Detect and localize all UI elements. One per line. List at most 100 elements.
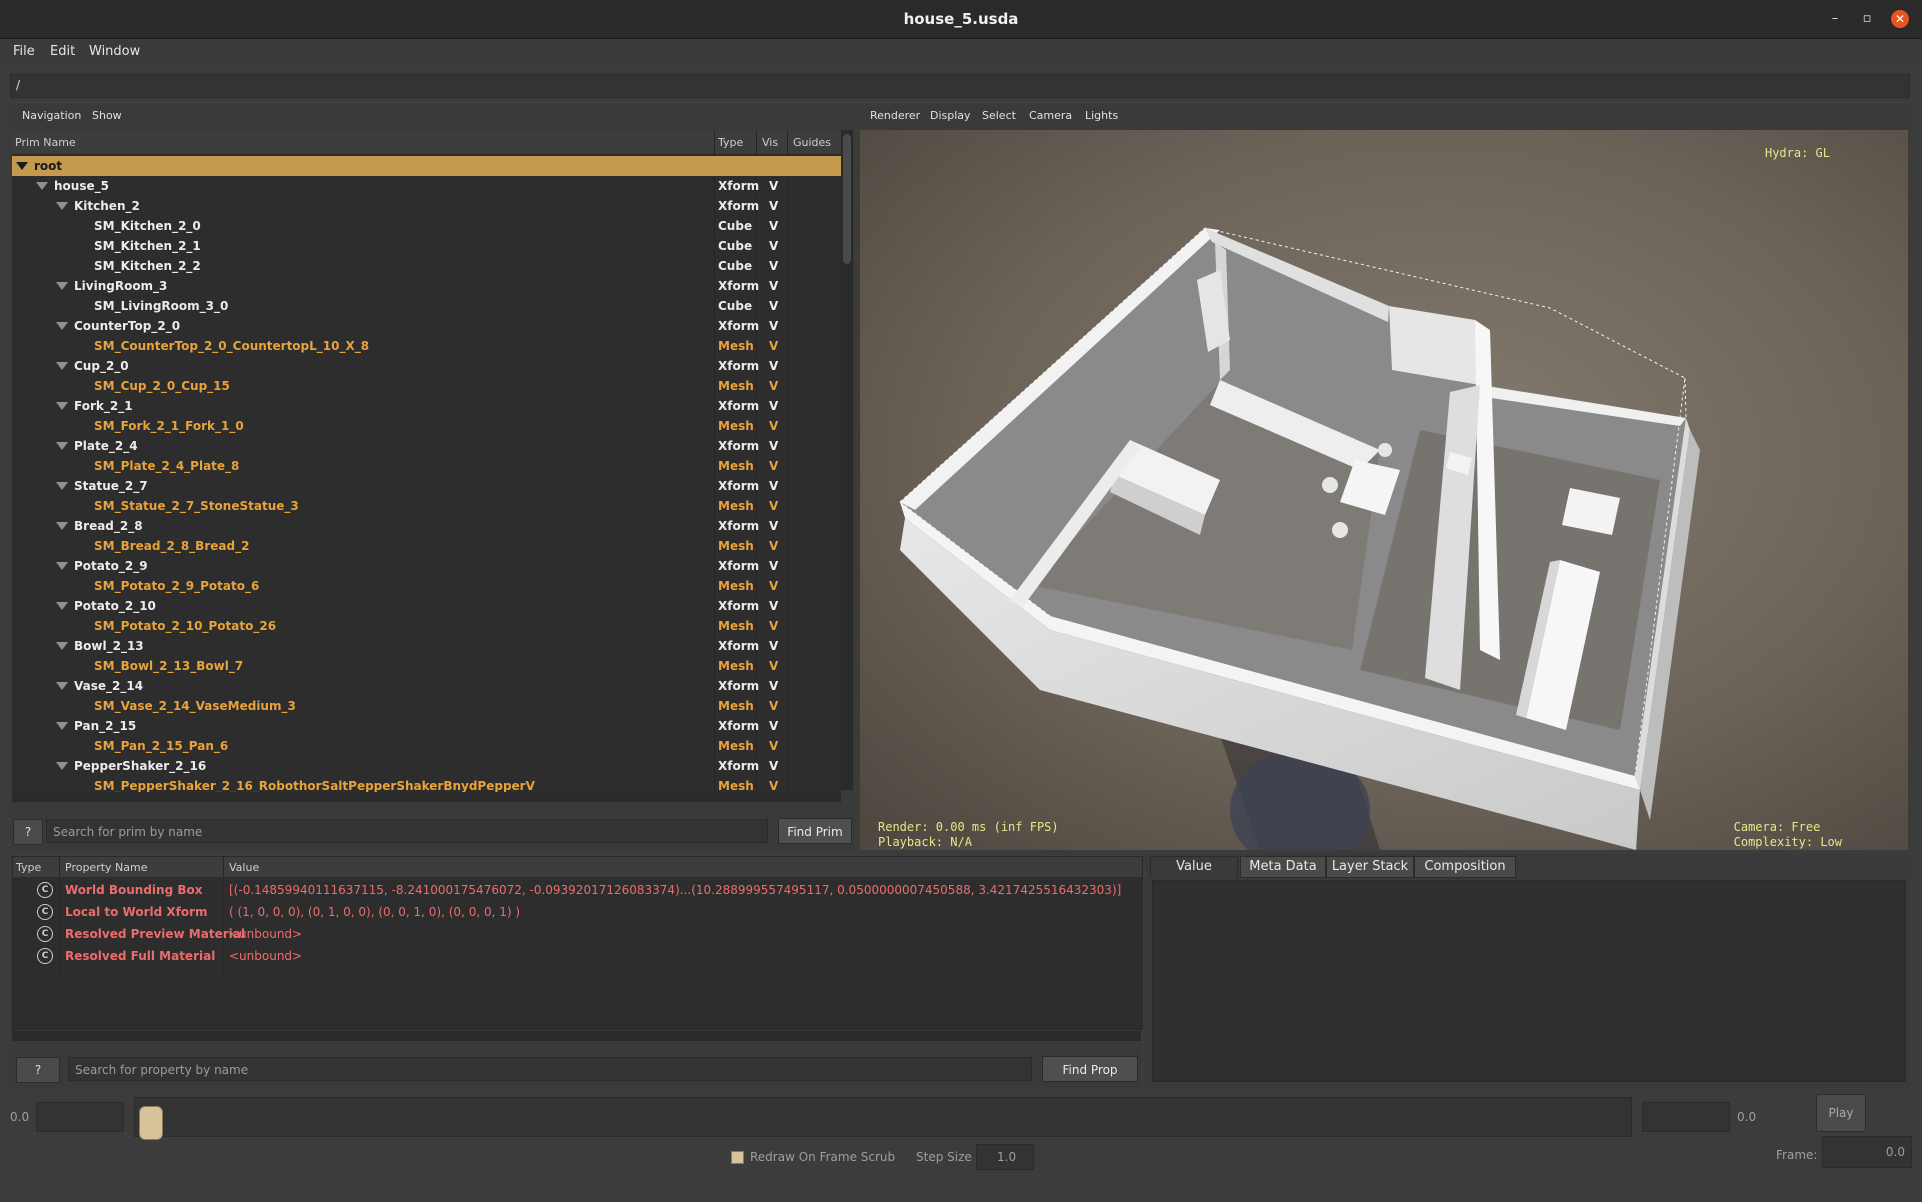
prim-visibility-toggle[interactable]: V (769, 679, 778, 693)
prim-row[interactable]: SM_Plate_2_4_Plate_8 Mesh V (12, 456, 841, 476)
menu-window[interactable]: Window (89, 44, 140, 59)
play-button[interactable]: Play (1816, 1094, 1866, 1132)
frame-slider[interactable] (134, 1097, 1632, 1140)
prim-row[interactable]: CounterTop_2_0 Xform V (12, 316, 841, 336)
prim-visibility-toggle[interactable]: V (769, 339, 778, 353)
col-prim-name[interactable]: Prim Name (15, 136, 76, 149)
step-size-field[interactable]: 1.0 (976, 1144, 1034, 1170)
prim-visibility-toggle[interactable]: V (769, 639, 778, 653)
prim-row[interactable]: SM_Potato_2_10_Potato_26 Mesh V (12, 616, 841, 636)
expand-toggle-icon[interactable] (56, 642, 68, 650)
prim-row[interactable]: Vase_2_14 Xform V (12, 676, 841, 696)
find-prop-button[interactable]: Find Prop (1042, 1056, 1138, 1082)
path-field[interactable]: / (10, 74, 1910, 98)
expand-toggle-icon[interactable] (56, 442, 68, 450)
expand-toggle-icon[interactable] (56, 682, 68, 690)
prim-search-help-button[interactable]: ? (13, 819, 43, 845)
prim-tree[interactable]: Prim Name Type Vis Guides root house_5 Xfo… (12, 130, 841, 794)
expand-toggle-icon[interactable] (16, 162, 28, 170)
prim-row[interactable]: SM_CounterTop_2_0_CountertopL_10_X_8 Mesh… (12, 336, 841, 356)
col-type[interactable]: Type (718, 136, 743, 149)
prim-row[interactable]: SM_Bread_2_8_Bread_2 Mesh V (12, 536, 841, 556)
prim-row[interactable]: SM_Statue_2_7_StoneStatue_3 Mesh V (12, 496, 841, 516)
prim-row[interactable]: Fork_2_1 Xform V (12, 396, 841, 416)
property-row[interactable]: C Resolved Preview Material <unbound> (13, 923, 1142, 945)
prim-visibility-toggle[interactable]: V (769, 359, 778, 373)
prim-row[interactable]: SM_Kitchen_2_0 Cube V (12, 216, 841, 236)
expand-toggle-icon[interactable] (56, 402, 68, 410)
prim-row[interactable]: SM_Vase_2_14_VaseMedium_3 Mesh V (12, 696, 841, 716)
prim-row[interactable]: SM_Cup_2_0_Cup_15 Mesh V (12, 376, 841, 396)
property-table[interactable]: Type Property Name Value C World Bounding… (12, 856, 1143, 1030)
frame-field[interactable]: 0.0 (1822, 1136, 1912, 1168)
redraw-on-scrub-checkbox[interactable] (731, 1151, 744, 1164)
menu-edit[interactable]: Edit (50, 44, 75, 59)
3d-viewport[interactable]: Hydra: GL Render: 0.00 ms (inf FPS) Play… (860, 130, 1908, 850)
prim-visibility-toggle[interactable]: V (769, 279, 778, 293)
prim-row[interactable]: SM_Potato_2_9_Potato_6 Mesh V (12, 576, 841, 596)
prim-visibility-toggle[interactable]: V (769, 259, 778, 273)
expand-toggle-icon[interactable] (56, 202, 68, 210)
prim-row[interactable]: Plate_2_4 Xform V (12, 436, 841, 456)
col-vis[interactable]: Vis (762, 136, 778, 149)
find-prim-button[interactable]: Find Prim (778, 818, 852, 844)
prim-visibility-toggle[interactable]: V (769, 619, 778, 633)
expand-toggle-icon[interactable] (56, 522, 68, 530)
prim-row[interactable]: Kitchen_2 Xform V (12, 196, 841, 216)
col-prop-name[interactable]: Property Name (65, 861, 148, 874)
col-guides[interactable]: Guides (793, 136, 831, 149)
prim-row[interactable]: SM_LivingRoom_3_0 Cube V (12, 296, 841, 316)
prim-visibility-toggle[interactable]: V (769, 559, 778, 573)
prim-visibility-toggle[interactable]: V (769, 479, 778, 493)
col-prop-type[interactable]: Type (16, 861, 41, 874)
prim-row[interactable]: SM_Fork_2_1_Fork_1_0 Mesh V (12, 416, 841, 436)
prim-row[interactable]: Statue_2_7 Xform V (12, 476, 841, 496)
prim-row[interactable]: Bread_2_8 Xform V (12, 516, 841, 536)
prim-visibility-toggle[interactable]: V (769, 299, 778, 313)
expand-toggle-icon[interactable] (56, 562, 68, 570)
expand-toggle-icon[interactable] (56, 362, 68, 370)
scroll-thumb[interactable] (843, 134, 851, 264)
menu-navigation[interactable]: Navigation (22, 109, 81, 122)
prim-tree-vscrollbar[interactable] (841, 130, 853, 790)
property-row[interactable]: C World Bounding Box [(-0.1485994011163711… (13, 879, 1142, 901)
prim-visibility-toggle[interactable]: V (769, 499, 778, 513)
expand-toggle-icon[interactable] (56, 482, 68, 490)
prim-visibility-toggle[interactable]: V (769, 199, 778, 213)
prim-row[interactable]: house_5 Xform V (12, 176, 841, 196)
timeline-end-field[interactable] (1642, 1102, 1730, 1132)
prim-row[interactable]: root (12, 156, 841, 176)
tab-layer-stack[interactable]: Layer Stack (1326, 856, 1414, 878)
prim-tree-hscrollbar[interactable] (12, 792, 841, 802)
expand-toggle-icon[interactable] (56, 282, 68, 290)
prim-visibility-toggle[interactable]: V (769, 599, 778, 613)
prim-visibility-toggle[interactable]: V (769, 739, 778, 753)
prim-visibility-toggle[interactable]: V (769, 699, 778, 713)
prim-visibility-toggle[interactable]: V (769, 779, 778, 793)
expand-toggle-icon[interactable] (56, 762, 68, 770)
prim-visibility-toggle[interactable]: V (769, 399, 778, 413)
prim-visibility-toggle[interactable]: V (769, 519, 778, 533)
prop-search-help-button[interactable]: ? (16, 1057, 60, 1083)
expand-toggle-icon[interactable] (56, 602, 68, 610)
prim-row[interactable]: Bowl_2_13 Xform V (12, 636, 841, 656)
prim-visibility-toggle[interactable]: V (769, 539, 778, 553)
prim-row[interactable]: SM_Pan_2_15_Pan_6 Mesh V (12, 736, 841, 756)
menu-select[interactable]: Select (982, 109, 1016, 122)
prim-row[interactable]: SM_Bowl_2_13_Bowl_7 Mesh V (12, 656, 841, 676)
menu-lights[interactable]: Lights (1085, 109, 1118, 122)
prim-row[interactable]: Potato_2_10 Xform V (12, 596, 841, 616)
timeline-start-field[interactable] (36, 1102, 124, 1132)
prim-visibility-toggle[interactable]: V (769, 239, 778, 253)
prim-visibility-toggle[interactable]: V (769, 219, 778, 233)
property-hscrollbar[interactable] (12, 1031, 1141, 1041)
prim-visibility-toggle[interactable]: V (769, 439, 778, 453)
prim-visibility-toggle[interactable]: V (769, 759, 778, 773)
prop-search-input[interactable]: Search for property by name (68, 1057, 1032, 1081)
prim-row[interactable]: LivingRoom_3 Xform V (12, 276, 841, 296)
prim-visibility-toggle[interactable]: V (769, 579, 778, 593)
prim-visibility-toggle[interactable]: V (769, 179, 778, 193)
menu-display[interactable]: Display (930, 109, 971, 122)
frame-slider-handle[interactable] (139, 1106, 163, 1140)
close-button[interactable]: ✕ (1891, 10, 1909, 28)
